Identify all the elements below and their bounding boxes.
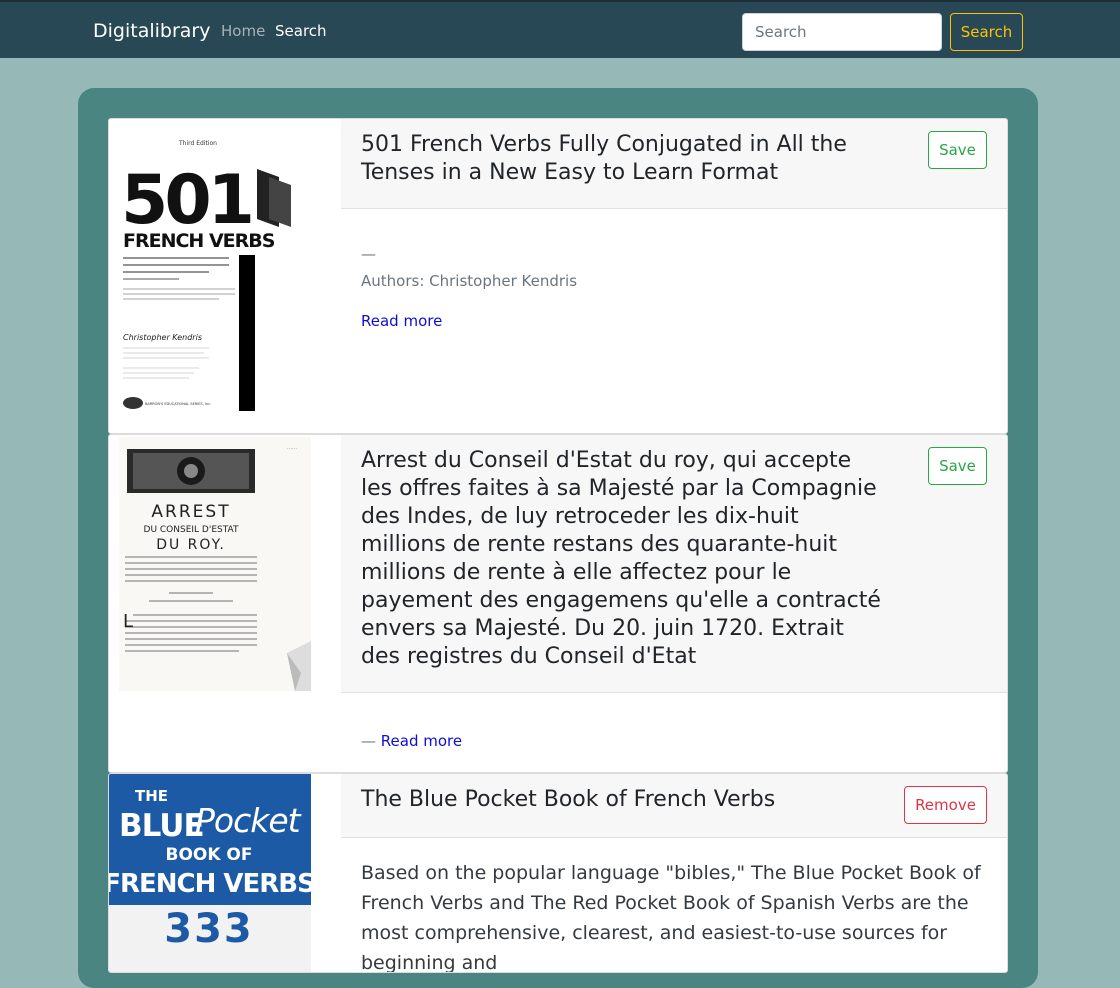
cover-edition: Third Edition (178, 140, 217, 147)
navbar: Digitalibrary Home Search Search (0, 0, 1120, 58)
cover-pocket: Pocket (195, 801, 302, 840)
cover-subheading-2: DU ROY. (156, 537, 226, 553)
description-placeholder: — (361, 245, 376, 263)
card-header: 501 French Verbs Fully Conjugated in All… (341, 119, 1007, 209)
card-header: Arrest du Conseil d'Estat du roy, qui ac… (341, 435, 1007, 693)
book-title[interactable]: The Blue Pocket Book of French Verbs (361, 786, 881, 814)
cover-heading: ARREST (151, 502, 230, 522)
search-button[interactable]: Search (950, 13, 1023, 51)
book-cover-image[interactable]: Third Edition 501 FRENCH VERBS Christoph… (109, 119, 341, 433)
cover-french-verbs: FRENCH VERBS (109, 869, 315, 899)
cover-publisher: BARRON'S EDUCATIONAL SERIES, Inc. (145, 402, 211, 406)
search-input[interactable] (742, 13, 942, 51)
book-card: …… ARREST DU CONSEIL D'ESTAT DU ROY. L A… (108, 434, 1008, 773)
brand-link[interactable]: Digitalibrary (93, 20, 210, 42)
description-placeholder: — (361, 732, 376, 750)
book-authors: Authors: Christopher Kendris (361, 272, 578, 290)
save-button[interactable]: Save (928, 447, 987, 485)
read-more-link[interactable]: Read more (381, 732, 462, 750)
cover-number: 333 (164, 906, 254, 952)
save-button[interactable]: Save (928, 131, 987, 169)
book-card: THE BLUE Pocket BOOK OF FRENCH VERBS 333… (108, 773, 1008, 973)
book-title[interactable]: 501 French Verbs Fully Conjugated in All… (361, 131, 881, 187)
cover-number: 501 (121, 161, 251, 240)
svg-text:……: …… (287, 445, 297, 451)
cover-the: THE (135, 787, 168, 805)
cover-blue: BLUE (119, 808, 204, 844)
book-cover-image[interactable]: …… ARREST DU CONSEIL D'ESTAT DU ROY. L (109, 435, 341, 772)
svg-text:L: L (123, 611, 133, 632)
cover-author: Christopher Kendris (123, 333, 202, 342)
cover-subheading: DU CONSEIL D'ESTAT (144, 525, 239, 535)
card-header: The Blue Pocket Book of French Verbs Rem… (341, 774, 1007, 838)
card-footer: — Read more (361, 732, 462, 750)
cover-title: FRENCH VERBS (123, 230, 275, 252)
read-more-link[interactable]: Read more (361, 312, 442, 330)
nav-home-link[interactable]: Home (221, 22, 265, 40)
book-card: Third Edition 501 FRENCH VERBS Christoph… (108, 118, 1008, 434)
cover-book-of: BOOK OF (165, 845, 252, 865)
book-cover-image[interactable]: THE BLUE Pocket BOOK OF FRENCH VERBS 333 (109, 774, 341, 972)
nav-search-link[interactable]: Search (275, 22, 327, 40)
book-title[interactable]: Arrest du Conseil d'Estat du roy, qui ac… (361, 447, 881, 671)
remove-button[interactable]: Remove (904, 786, 987, 824)
book-description: Based on the popular language "bibles," … (361, 862, 981, 973)
